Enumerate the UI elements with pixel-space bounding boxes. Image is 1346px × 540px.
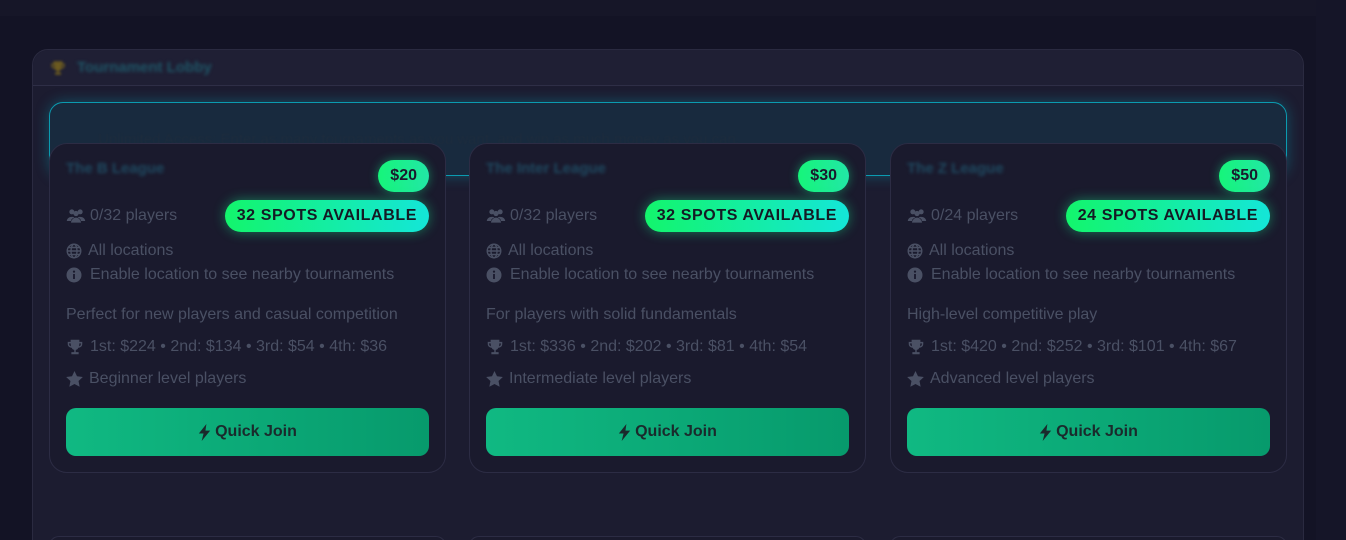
users-icon bbox=[907, 209, 927, 223]
player-count-text: 0/32 players bbox=[90, 207, 178, 224]
location-text: All locations bbox=[508, 242, 594, 259]
location-line: All locations bbox=[66, 242, 173, 260]
location-line: All locations bbox=[486, 242, 593, 260]
bolt-icon bbox=[618, 423, 631, 441]
league-name: The B League bbox=[66, 160, 165, 177]
level-text: Beginner level players bbox=[89, 370, 247, 387]
quick-join-label: Quick Join bbox=[635, 423, 717, 440]
level-text: Advanced level players bbox=[930, 370, 1095, 387]
next-card-peek bbox=[469, 536, 866, 540]
location-hint-line: Enable location to see nearby tournament… bbox=[907, 266, 1235, 284]
player-count: 0/24 players bbox=[907, 207, 1018, 225]
location-hint-line: Enable location to see nearby tournament… bbox=[486, 266, 814, 284]
player-count-text: 0/24 players bbox=[931, 207, 1019, 224]
spots-available-badge: 24 SPOTS AVAILABLE bbox=[1065, 200, 1270, 232]
prizes-text: 1st: $420 • 2nd: $252 • 3rd: $101 • 4th:… bbox=[931, 338, 1237, 355]
trophy-icon bbox=[67, 339, 83, 355]
description-line: For players with solid fundamentals bbox=[486, 306, 737, 324]
star-icon bbox=[486, 371, 503, 387]
globe-icon bbox=[907, 243, 923, 259]
entry-price-badge: $50 bbox=[1219, 160, 1270, 192]
location-hint-line: Enable location to see nearby tournament… bbox=[66, 266, 394, 284]
league-name: The Inter League bbox=[486, 160, 607, 177]
level-text: Intermediate level players bbox=[509, 370, 692, 387]
level-line: Intermediate level players bbox=[486, 370, 691, 388]
description-line: High-level competitive play bbox=[907, 306, 1097, 324]
tournament-card-b-league: The B League $20 0/32 players 32 SPOTS A… bbox=[49, 143, 446, 473]
tournament-card-z-league: The Z League $50 0/24 players 24 SPOTS A… bbox=[890, 143, 1287, 473]
prizes-line: 1st: $420 • 2nd: $252 • 3rd: $101 • 4th:… bbox=[907, 338, 1237, 356]
quick-join-label: Quick Join bbox=[215, 423, 297, 440]
quick-join-button[interactable]: Quick Join bbox=[66, 408, 429, 456]
prizes-line: 1st: $336 • 2nd: $202 • 3rd: $81 • 4th: … bbox=[486, 338, 807, 356]
trophy-icon bbox=[908, 339, 924, 355]
player-count: 0/32 players bbox=[486, 207, 597, 225]
location-hint-text: Enable location to see nearby tournament… bbox=[90, 266, 395, 283]
next-card-peek bbox=[49, 536, 446, 540]
player-count: 0/32 players bbox=[66, 207, 177, 225]
description-text: Perfect for new players and casual compe… bbox=[66, 306, 398, 323]
location-hint-text: Enable location to see nearby tournament… bbox=[931, 266, 1236, 283]
player-count-text: 0/32 players bbox=[510, 207, 598, 224]
quick-join-label: Quick Join bbox=[1056, 423, 1138, 440]
spots-available-badge: 32 SPOTS AVAILABLE bbox=[224, 200, 429, 232]
entry-price-badge: $20 bbox=[378, 160, 429, 192]
description-text: For players with solid fundamentals bbox=[486, 306, 737, 323]
panel-header: Tournament Lobby bbox=[33, 50, 1303, 86]
tournament-card-inter-league: The Inter League $30 0/32 players 32 SPO… bbox=[469, 143, 866, 473]
bolt-icon bbox=[198, 423, 211, 441]
users-icon bbox=[66, 209, 86, 223]
description-text: High-level competitive play bbox=[907, 306, 1098, 323]
users-icon bbox=[486, 209, 506, 223]
description-line: Perfect for new players and casual compe… bbox=[66, 306, 398, 324]
next-card-peek bbox=[890, 536, 1287, 540]
prizes-text: 1st: $336 • 2nd: $202 • 3rd: $81 • 4th: … bbox=[510, 338, 808, 355]
globe-icon bbox=[66, 243, 82, 259]
location-hint-text: Enable location to see nearby tournament… bbox=[510, 266, 815, 283]
location-text: All locations bbox=[929, 242, 1015, 259]
level-line: Beginner level players bbox=[66, 370, 246, 388]
prizes-line: 1st: $224 • 2nd: $134 • 3rd: $54 • 4th: … bbox=[66, 338, 387, 356]
quick-join-button[interactable]: Quick Join bbox=[907, 408, 1270, 456]
level-line: Advanced level players bbox=[907, 370, 1095, 388]
prizes-text: 1st: $224 • 2nd: $134 • 3rd: $54 • 4th: … bbox=[90, 338, 388, 355]
scrollbar-track[interactable] bbox=[1316, 0, 1346, 540]
trophy-icon bbox=[51, 60, 65, 75]
top-strip bbox=[0, 0, 1316, 16]
trophy-icon bbox=[487, 339, 503, 355]
star-icon bbox=[907, 371, 924, 387]
panel-title: Tournament Lobby bbox=[77, 59, 212, 76]
info-icon bbox=[66, 267, 82, 283]
entry-price-badge: $30 bbox=[798, 160, 849, 192]
league-name: The Z League bbox=[907, 160, 1004, 177]
bolt-icon bbox=[1039, 423, 1052, 441]
location-text: All locations bbox=[88, 242, 174, 259]
info-icon bbox=[907, 267, 923, 283]
spots-available-badge: 32 SPOTS AVAILABLE bbox=[644, 200, 849, 232]
star-icon bbox=[66, 371, 83, 387]
location-line: All locations bbox=[907, 242, 1014, 260]
info-icon bbox=[486, 267, 502, 283]
globe-icon bbox=[486, 243, 502, 259]
quick-join-button[interactable]: Quick Join bbox=[486, 408, 849, 456]
